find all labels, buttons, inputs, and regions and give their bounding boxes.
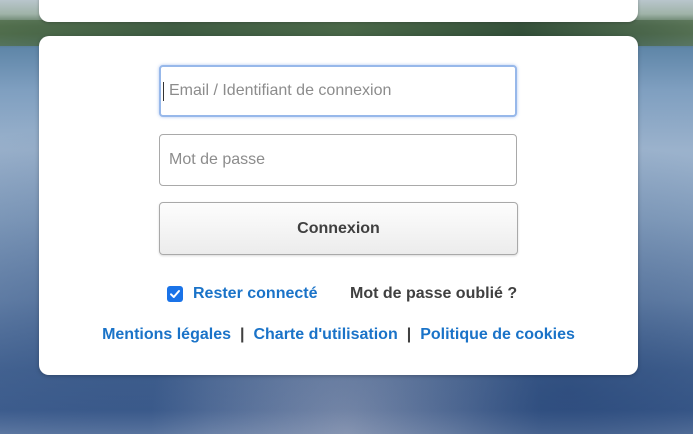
- footer-links: Mentions légales | Charte d'utilisation | Po…: [39, 326, 638, 344]
- login-card: Connexion Rester connecté Mot de passe o…: [39, 36, 638, 375]
- footer-separator: |: [239, 326, 245, 343]
- login-button[interactable]: Connexion: [159, 202, 518, 255]
- remember-me-label: Rester connecté: [193, 285, 318, 302]
- legal-notice-link[interactable]: Mentions légales: [102, 326, 231, 343]
- terms-of-use-link[interactable]: Charte d'utilisation: [253, 326, 397, 343]
- email-input[interactable]: [159, 65, 517, 117]
- remember-me-checkbox[interactable]: [167, 286, 183, 302]
- forgot-password-link[interactable]: Mot de passe oublié ?: [350, 285, 517, 303]
- password-input[interactable]: [159, 134, 517, 186]
- remember-me-toggle[interactable]: Rester connecté: [167, 285, 318, 303]
- text-caret: [163, 82, 164, 101]
- checkmark-icon: [170, 290, 180, 298]
- top-card: [39, 0, 638, 22]
- footer-separator: |: [406, 326, 412, 343]
- cookie-policy-link[interactable]: Politique de cookies: [420, 326, 575, 343]
